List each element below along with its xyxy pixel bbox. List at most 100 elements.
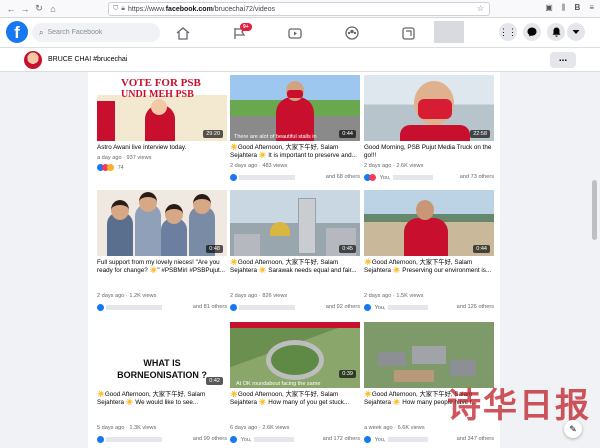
- nav-gaming-icon[interactable]: [397, 22, 419, 44]
- like-reaction-icon: [230, 174, 237, 181]
- video-meta: 6 days ago · 2.6K views: [230, 425, 290, 431]
- redacted-names: [253, 437, 294, 442]
- video-title[interactable]: ☀️Good Afternoon, 大家下午好, Salam Sejahtera…: [230, 259, 360, 275]
- reaction-names: You,: [240, 436, 252, 443]
- like-reaction-icon: [364, 436, 371, 443]
- love-reaction-icon: [369, 174, 376, 181]
- nav-groups-icon[interactable]: [341, 22, 363, 44]
- video-duration: 0:42: [206, 377, 223, 385]
- forward-icon[interactable]: →: [18, 4, 32, 14]
- video-reactions[interactable]: You, and 347 others: [364, 436, 494, 444]
- nav-home-icon[interactable]: [172, 22, 194, 44]
- video-thumbnail[interactable]: 0:44: [364, 190, 494, 256]
- thumbnail-text: WHAT IS: [143, 358, 181, 368]
- thumbnail-figure: [416, 200, 434, 220]
- account-avatar[interactable]: B: [575, 3, 581, 13]
- thumbnail-figure: [139, 192, 157, 212]
- video-title[interactable]: ☀️Good Afternoon, 大家下午好, Salam Sejahtera…: [97, 391, 227, 407]
- profile-name[interactable]: BRUCE CHAI #brucechai: [48, 56, 127, 63]
- like-reaction-icon: [230, 304, 237, 311]
- videos-panel: VOTE FOR PSB UNDI MEH PSB 29:20 Astro Aw…: [88, 72, 500, 448]
- video-thumbnail[interactable]: 22:58: [364, 75, 494, 141]
- profile-avatar[interactable]: [24, 51, 42, 69]
- video-meta: 2 days ago · 483 views: [230, 163, 288, 169]
- thumbnail-figure: [400, 125, 470, 141]
- facebook-logo[interactable]: f: [6, 21, 28, 43]
- video-reactions[interactable]: and 81 others: [97, 304, 227, 312]
- account-menu-chevron-icon[interactable]: [567, 23, 585, 41]
- more-options-button[interactable]: ...: [550, 52, 576, 68]
- reaction-count: and 92 others: [325, 304, 360, 310]
- reaction-count: 74: [117, 164, 124, 171]
- video-meta: a day ago · 937 views: [97, 155, 152, 161]
- video-reactions[interactable]: and 99 others: [97, 436, 227, 444]
- page-scrollbar[interactable]: [590, 72, 598, 448]
- video-thumbnail[interactable]: At OK roundabout facing the same 0:39: [230, 322, 360, 388]
- menu-placeholder: [434, 21, 464, 43]
- bookmark-star-icon[interactable]: ☆: [477, 4, 484, 13]
- thumbnail-figure: [111, 200, 129, 220]
- thumbnail-building: [450, 360, 476, 376]
- video-duration: 29:20: [203, 130, 223, 138]
- haha-reaction-icon: [107, 164, 114, 171]
- video-title[interactable]: Astro Awani live interview today.: [97, 144, 227, 152]
- thumbnail-text: VOTE FOR PSB: [121, 77, 201, 89]
- video-reactions[interactable]: and 92 others: [230, 304, 360, 312]
- library-icon[interactable]: ⫼: [562, 3, 566, 13]
- pocket-icon[interactable]: ▣: [545, 3, 553, 13]
- video-reactions[interactable]: You, and 126 others: [364, 304, 494, 312]
- video-meta: 2 days ago · 1.2K views: [97, 293, 157, 299]
- apps-grid-icon[interactable]: ⋮⋮: [499, 23, 517, 41]
- back-icon[interactable]: ←: [4, 4, 18, 14]
- messenger-icon[interactable]: [523, 23, 541, 41]
- address-bar[interactable]: ⛉ 🔒︎ https://www.facebook.com/brucechai7…: [108, 2, 490, 16]
- redacted-names: [239, 175, 295, 180]
- video-title[interactable]: Full support from my lovely nieces! "Are…: [97, 259, 227, 275]
- search-input[interactable]: [47, 29, 148, 36]
- notifications-bell-icon[interactable]: [547, 23, 565, 41]
- browser-toolbar-right: ▣ ⫼ B ≡: [545, 3, 594, 13]
- menu-icon[interactable]: ≡: [589, 3, 594, 13]
- shield-icon: ⛉: [113, 5, 119, 12]
- new-message-icon[interactable]: ✎: [564, 420, 582, 438]
- thumbnail-building: [270, 222, 290, 236]
- video-title[interactable]: Good Morning, PSB Pujut Media Truck on t…: [364, 144, 494, 160]
- reaction-count: and 68 others: [325, 174, 360, 180]
- reaction-names: You,: [379, 174, 391, 181]
- browser-toolbar: ← → ↻ ⌂ ⛉ 🔒︎ https://www.facebook.com/br…: [0, 0, 600, 18]
- video-meta: 2 days ago · 1.5K views: [364, 293, 424, 299]
- video-reactions[interactable]: 74: [97, 164, 227, 172]
- scrollbar-thumb[interactable]: [592, 180, 597, 240]
- video-thumbnail[interactable]: 0:45: [230, 190, 360, 256]
- reload-icon[interactable]: ↻: [32, 3, 46, 14]
- reaction-count: and 172 others: [322, 436, 360, 442]
- video-thumbnail[interactable]: 0:48: [97, 190, 227, 256]
- redacted-names: [387, 305, 428, 310]
- video-thumbnail[interactable]: VOTE FOR PSB UNDI MEH PSB 29:20: [97, 75, 227, 141]
- redacted-names: [392, 175, 433, 180]
- thumbnail-building: [394, 370, 434, 382]
- nav-watch-icon[interactable]: [284, 22, 306, 44]
- video-meta: 2 days ago · 826 views: [230, 293, 288, 299]
- thumbnail-building: [298, 198, 316, 254]
- home-icon[interactable]: ⌂: [46, 4, 60, 14]
- like-reaction-icon: [97, 436, 104, 443]
- reaction-count: and 81 others: [192, 304, 227, 310]
- lock-icon: 🔒︎: [121, 5, 125, 12]
- search-box[interactable]: ⌕: [32, 23, 160, 42]
- video-title[interactable]: ☀️Good Afternoon, 大家下午好, Salam Sejahtera…: [364, 259, 494, 275]
- video-reactions[interactable]: and 68 others: [230, 174, 360, 182]
- reaction-count: and 126 others: [456, 304, 494, 310]
- video-thumbnail[interactable]: WHAT IS BORNEONISATION ? 0:42: [97, 322, 227, 388]
- video-duration: 0:44: [473, 245, 490, 253]
- video-duration: 0:48: [206, 245, 223, 253]
- video-reactions[interactable]: You, and 172 others: [230, 436, 360, 444]
- redacted-names: [106, 305, 162, 310]
- reaction-names: You,: [374, 304, 386, 311]
- video-thumbnail[interactable]: There are alot of beautiful stalls in 0:…: [230, 75, 360, 141]
- thumbnail-caption: At OK roundabout facing the same: [236, 381, 321, 387]
- video-title[interactable]: ☀️Good Afternoon, 大家下午好, Salam Sejahtera…: [230, 144, 360, 160]
- like-reaction-icon: [364, 304, 371, 311]
- video-title[interactable]: ☀️Good Afternoon, 大家下午好, Salam Sejahtera…: [230, 391, 360, 407]
- video-reactions[interactable]: You, and 73 others: [364, 174, 494, 182]
